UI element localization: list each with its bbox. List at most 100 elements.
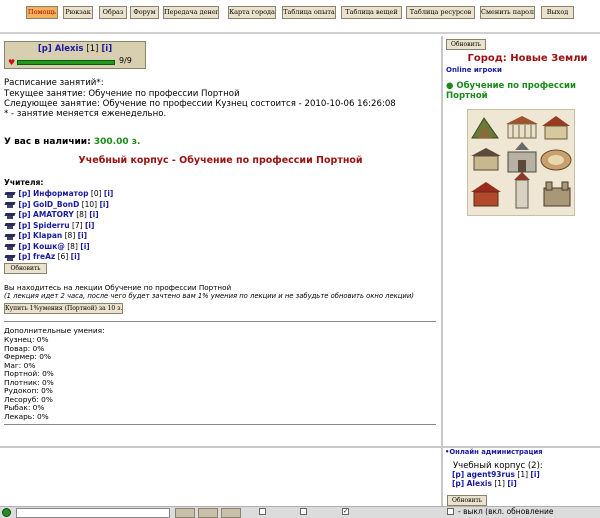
teacher-name[interactable]: freAz bbox=[33, 252, 55, 261]
balance-label: У вас в наличии: bbox=[4, 137, 91, 147]
nav-items-table-button[interactable]: Таблица вещей bbox=[341, 6, 402, 19]
auto-refresh-checkbox[interactable] bbox=[447, 508, 454, 515]
city-title: Город: Новые Земли bbox=[467, 53, 588, 64]
player-tag[interactable]: [p] bbox=[452, 470, 464, 479]
admin-player-row: [p] agent93rus [1] [i] bbox=[452, 470, 540, 479]
teacher-name[interactable]: AMATORY bbox=[33, 210, 74, 219]
graduation-cap-icon bbox=[4, 191, 16, 198]
nav-city-map-button[interactable]: Карта города bbox=[228, 6, 276, 19]
location-name[interactable]: Обучение по профессии Портной bbox=[446, 81, 576, 101]
nav-resources-table-button[interactable]: Таблица ресурсов bbox=[406, 6, 475, 19]
checkbox-3-checked[interactable]: ✓ bbox=[342, 508, 349, 515]
checkbox-1[interactable] bbox=[259, 508, 266, 515]
temple-icon[interactable] bbox=[506, 116, 538, 139]
teacher-name[interactable]: Spiderru bbox=[33, 221, 70, 230]
admin-link-label[interactable]: Онлайн администрация bbox=[449, 448, 542, 456]
right-panel: Обновить Город: Новые Земли Online игрок… bbox=[441, 36, 600, 446]
admin-link[interactable]: •Онлайн администрация bbox=[445, 448, 543, 456]
house-icon[interactable] bbox=[542, 116, 570, 140]
fortress-icon[interactable] bbox=[543, 181, 571, 207]
player-name[interactable]: agent93rus bbox=[467, 470, 515, 479]
teacher-name[interactable]: Информатор bbox=[33, 189, 88, 198]
schedule-title: Расписание занятий*: bbox=[4, 78, 104, 88]
divider bbox=[4, 321, 436, 322]
barn-icon[interactable] bbox=[471, 182, 501, 207]
teacher-name[interactable]: Klapan bbox=[33, 231, 62, 240]
teacher-row: [p] Кошк@ [8] [i] bbox=[4, 242, 90, 252]
teacher-row: [p] Klapan [8] [i] bbox=[4, 231, 87, 241]
teacher-name[interactable]: Кошк@ bbox=[33, 242, 65, 251]
teacher-level: [8] bbox=[67, 241, 78, 251]
arena-icon[interactable] bbox=[540, 149, 572, 171]
send-icon[interactable] bbox=[175, 508, 195, 518]
city-map bbox=[467, 109, 575, 216]
balance-value: 300.00 з. bbox=[93, 137, 141, 147]
checkbox-2[interactable] bbox=[300, 508, 307, 515]
character-name[interactable]: Alexis bbox=[55, 44, 84, 54]
teacher-tag[interactable]: [p] bbox=[18, 200, 30, 209]
admin-refresh-button[interactable]: Обновить bbox=[447, 495, 487, 506]
admin-panel: •Онлайн администрация Учебный корпус (2)… bbox=[441, 446, 600, 506]
lecture-note: (1 лекция идет 2 часа, после чего будет … bbox=[4, 292, 414, 300]
teacher-info-link[interactable]: [i] bbox=[85, 221, 94, 230]
teacher-info-link[interactable]: [i] bbox=[78, 231, 87, 240]
balance-line: У вас в наличии: 300.00 з. bbox=[4, 137, 140, 147]
teachers-heading: Учителя: bbox=[4, 178, 44, 187]
nav-image-button[interactable]: Образ bbox=[99, 6, 127, 19]
teacher-level: [10] bbox=[81, 199, 98, 209]
online-status-icon[interactable] bbox=[2, 508, 11, 517]
teacher-tag[interactable]: [p] bbox=[18, 231, 30, 240]
teacher-row: [p] GolD_BonD [10] [i] bbox=[4, 200, 109, 210]
cathedral-icon[interactable] bbox=[507, 142, 537, 173]
teacher-info-link[interactable]: [i] bbox=[80, 242, 89, 251]
teacher-info-link[interactable]: [i] bbox=[100, 200, 109, 209]
online-players-link[interactable]: Online игроки bbox=[446, 66, 502, 74]
nav-forum-button[interactable]: Форум bbox=[130, 6, 159, 19]
teacher-info-link[interactable]: [i] bbox=[71, 252, 80, 261]
health-bar bbox=[17, 60, 115, 65]
player-tag[interactable]: [p] bbox=[452, 479, 464, 488]
teacher-tag[interactable]: [p] bbox=[18, 221, 30, 230]
graduation-cap-icon bbox=[4, 254, 16, 261]
character-box: [p] Alexis [1] [i] ♥ 9/9 bbox=[4, 41, 146, 69]
city-map-graphic bbox=[471, 116, 572, 209]
nav-money-transfer-button[interactable]: Передача денег bbox=[163, 6, 219, 19]
character-tag[interactable]: [p] bbox=[38, 44, 52, 54]
teacher-tag[interactable]: [p] bbox=[18, 242, 30, 251]
pavilion-icon[interactable] bbox=[471, 148, 501, 171]
smiley-icon[interactable] bbox=[198, 508, 218, 518]
character-level: [1] bbox=[86, 44, 99, 54]
teacher-name[interactable]: GolD_BonD bbox=[33, 200, 79, 209]
player-level: [1] bbox=[494, 479, 505, 488]
chat-input[interactable] bbox=[16, 508, 170, 518]
teacher-tag[interactable]: [p] bbox=[18, 210, 30, 219]
chat-input-bar: ✓ - выкл (вкл. обновление bbox=[0, 506, 600, 518]
buy-skill-button[interactable]: Купить 1%умения (Портной) за 10 з. bbox=[4, 303, 123, 314]
nav-help-button[interactable]: Помощь bbox=[26, 6, 58, 19]
tower-icon[interactable] bbox=[514, 172, 530, 209]
nav-logout-button[interactable]: Выход bbox=[541, 6, 574, 19]
heart-icon: ♥ bbox=[8, 58, 16, 67]
right-refresh-button[interactable]: Обновить bbox=[446, 39, 486, 50]
schedule-next: Следующее занятие: Обучение по профессии… bbox=[4, 99, 396, 109]
nav-experience-table-button[interactable]: Таблица опыта bbox=[282, 6, 336, 19]
teacher-row: [p] freAz [6] [i] bbox=[4, 252, 80, 262]
nav-change-password-button[interactable]: Сменить пароль bbox=[480, 6, 535, 19]
player-info-link[interactable]: [i] bbox=[507, 479, 516, 488]
refresh-button[interactable]: Обновить bbox=[4, 263, 47, 274]
teacher-tag[interactable]: [p] bbox=[18, 189, 30, 198]
player-name[interactable]: Alexis bbox=[467, 479, 492, 488]
graduation-cap-icon bbox=[4, 201, 16, 208]
hill-building-icon[interactable] bbox=[471, 117, 499, 139]
character-info-link[interactable]: [i] bbox=[101, 44, 112, 54]
graduation-cap-icon bbox=[4, 222, 16, 229]
clear-icon[interactable] bbox=[221, 508, 241, 518]
player-info-link[interactable]: [i] bbox=[530, 470, 539, 479]
auto-refresh-label: - выкл (вкл. обновление bbox=[458, 507, 554, 516]
teacher-level: [0] bbox=[90, 189, 102, 198]
lecture-text: Вы находитесь на лекции Обучение по проф… bbox=[4, 283, 232, 292]
nav-backpack-button[interactable]: Рюкзак bbox=[63, 6, 93, 19]
teacher-tag[interactable]: [p] bbox=[18, 252, 30, 261]
teacher-info-link[interactable]: [i] bbox=[89, 210, 98, 219]
teacher-info-link[interactable]: [i] bbox=[104, 189, 113, 198]
